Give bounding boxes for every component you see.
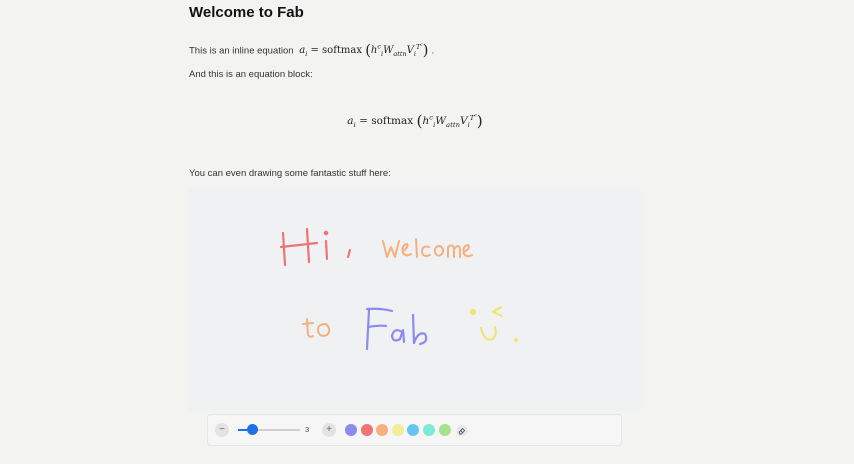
- drawing-intro-text: You can even drawing some fantastic stuf…: [189, 168, 391, 179]
- inline-equation: ai = softmax (hciWattnViTc): [299, 42, 429, 60]
- block-intro-text: And this is an equation block:: [189, 69, 313, 80]
- plus-icon: +: [326, 424, 332, 435]
- stroke-hi: [279, 227, 352, 267]
- inline-equation-period: .: [431, 45, 435, 57]
- color-swatch[interactable]: [345, 424, 357, 436]
- minus-icon: −: [219, 424, 225, 435]
- color-swatch[interactable]: [376, 424, 389, 436]
- stroke-fab: [365, 307, 428, 351]
- color-swatch[interactable]: [438, 424, 451, 436]
- color-swatch[interactable]: [423, 424, 435, 436]
- stroke-to: [302, 318, 331, 338]
- drawing-toolbar: − 3 +: [207, 414, 622, 446]
- equation-block: ai = softmax (hciWattnViTc): [347, 112, 483, 130]
- stroke-smiley: [470, 306, 518, 342]
- inline-equation-text: This is an inline equation: [189, 45, 294, 57]
- stroke-welcome: [382, 238, 473, 258]
- page-title: Welcome to Fab: [189, 4, 304, 21]
- increase-size-button[interactable]: +: [322, 423, 336, 437]
- brush-size-value: 3: [305, 425, 310, 434]
- color-swatch[interactable]: [391, 424, 404, 436]
- drawing-strokes: [279, 227, 518, 351]
- decrease-size-button[interactable]: −: [215, 423, 229, 437]
- slider-thumb[interactable]: [247, 424, 258, 435]
- inline-equation-paragraph: This is an inline equation ai = softmax …: [189, 42, 434, 59]
- eraser-icon: [456, 425, 468, 437]
- color-swatch[interactable]: [360, 424, 373, 436]
- color-swatch[interactable]: [407, 424, 420, 436]
- eraser-button[interactable]: [456, 424, 468, 437]
- drawing-canvas[interactable]: [189, 187, 641, 412]
